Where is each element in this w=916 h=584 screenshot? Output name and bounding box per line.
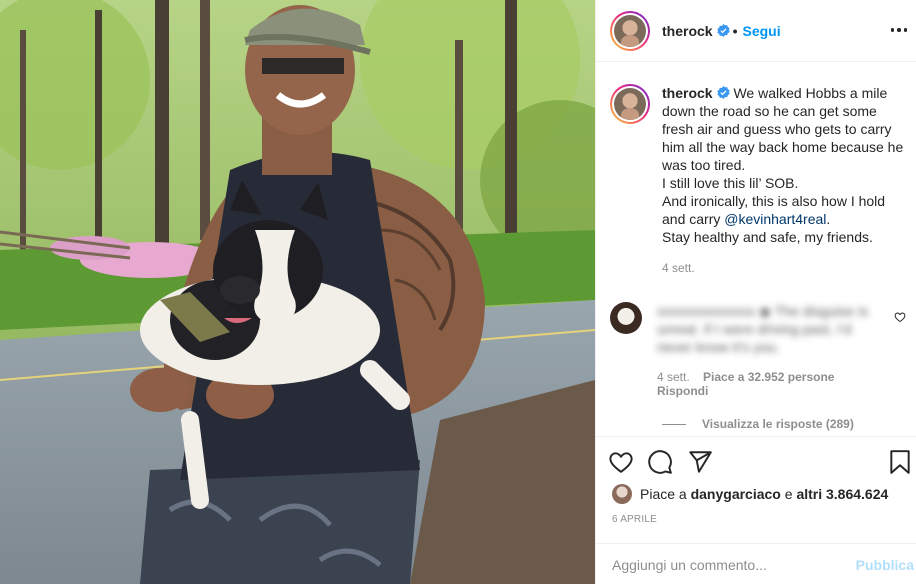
comment-input[interactable] xyxy=(612,556,842,573)
more-options-icon[interactable] xyxy=(887,20,911,40)
author-username[interactable]: therock xyxy=(662,23,713,39)
commenter-avatar[interactable] xyxy=(610,302,642,334)
comment-icon[interactable] xyxy=(647,449,673,475)
caption-period: . xyxy=(826,211,831,227)
comment: xxxxxxxxxxxxxx ◉ The disguise is unreal.… xyxy=(610,302,910,398)
caption-text: therock We walked Hobbs a mile down the … xyxy=(662,84,910,277)
caption-author-avatar[interactable] xyxy=(610,84,650,124)
view-replies-label: Visualizza le risposte (289) xyxy=(702,417,854,431)
caption-line-4: Stay healthy and safe, my friends. xyxy=(662,229,873,245)
bookmark-icon[interactable] xyxy=(887,449,913,475)
comment-timestamp[interactable]: 4 sett. xyxy=(657,370,690,384)
post-header: therock • Segui xyxy=(596,0,916,62)
add-comment-bar: Pubblica xyxy=(596,543,916,584)
post-photo[interactable] xyxy=(0,0,595,584)
comment-meta: 4 sett. Piace a 32.952 persone Rispondi xyxy=(657,370,889,398)
verified-badge-icon xyxy=(716,86,730,99)
follow-button[interactable]: Segui xyxy=(742,23,780,39)
likes-prefix: Piace a xyxy=(640,486,687,502)
likes-mid: e xyxy=(784,486,793,502)
separator-dot: • xyxy=(732,22,738,39)
reply-button[interactable]: Rispondi xyxy=(657,384,708,398)
comment-likes[interactable]: Piace a 32.952 persone xyxy=(703,370,834,384)
verified-badge-icon xyxy=(716,24,730,37)
comment-text-blurred: xxxxxxxxxxxxxx ◉ The disguise is unreal.… xyxy=(657,303,869,355)
comment-heart-icon[interactable] xyxy=(894,311,906,323)
share-icon[interactable] xyxy=(687,449,713,475)
caption-username[interactable]: therock xyxy=(662,85,713,101)
photo-illustration xyxy=(0,0,595,584)
replies-divider xyxy=(662,423,686,425)
post-sidebar: therock • Segui therock We walked Hobbs … xyxy=(595,0,916,584)
likes-count[interactable]: altri 3.864.624 xyxy=(796,486,888,502)
avatar-image xyxy=(614,88,646,120)
likes-summary: Piace a danygarciaco e altri 3.864.624 xyxy=(612,484,888,504)
avatar-image xyxy=(614,14,646,47)
liker-avatar[interactable] xyxy=(612,484,632,504)
mention-link[interactable]: @kevinhart4real xyxy=(724,211,826,227)
caption-line-2: I still love this lil’ SOB. xyxy=(662,175,799,191)
post-caption: therock We walked Hobbs a mile down the … xyxy=(610,84,910,277)
post-actions: Piace a danygarciaco e altri 3.864.624 6… xyxy=(596,436,916,584)
view-replies-button[interactable]: Visualizza le risposte (289) xyxy=(662,417,854,431)
post-date[interactable]: 6 APRILE xyxy=(612,514,657,525)
publish-button[interactable]: Pubblica xyxy=(856,557,914,573)
liker-username[interactable]: danygarciaco xyxy=(691,486,781,502)
caption-timestamp[interactable]: 4 sett. xyxy=(662,259,910,277)
author-avatar[interactable] xyxy=(610,10,650,51)
heart-icon[interactable] xyxy=(608,449,634,475)
instagram-post: therock • Segui therock We walked Hobbs … xyxy=(0,0,916,584)
